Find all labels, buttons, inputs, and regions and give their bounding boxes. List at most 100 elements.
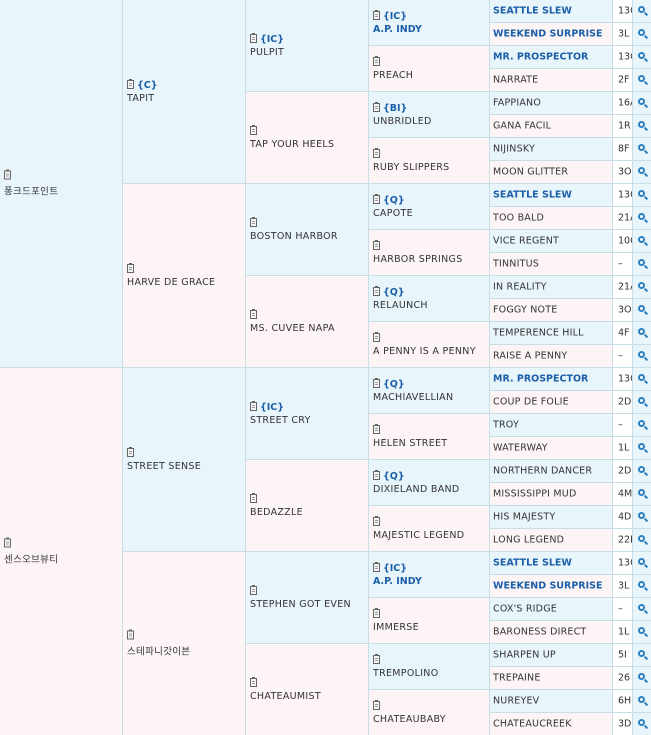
- search-cell[interactable]: [633, 322, 651, 345]
- horse-name[interactable]: HARBOR SPRINGS: [373, 254, 487, 265]
- clipboard-icon[interactable]: [250, 124, 257, 135]
- horse-name[interactable]: HELEN STREET: [373, 438, 487, 449]
- horse-cell[interactable]: {Q} RELAUNCH: [369, 276, 490, 322]
- horse-name[interactable]: MAJESTIC LEGEND: [373, 530, 487, 541]
- clipboard-icon[interactable]: [373, 285, 380, 296]
- ancestor-cell[interactable]: HIS MAJESTY: [490, 506, 613, 529]
- horse-name[interactable]: HIS MAJESTY: [493, 512, 555, 523]
- search-cell[interactable]: [633, 598, 651, 621]
- clipboard-icon[interactable]: [373, 515, 380, 526]
- horse-name[interactable]: SEATTLE SLEW: [493, 6, 572, 17]
- magnifier-icon[interactable]: [638, 305, 645, 312]
- horse-name[interactable]: MACHIAVELLIAN: [373, 392, 487, 403]
- horse-name[interactable]: MOON GLITTER: [493, 167, 568, 178]
- search-cell[interactable]: [633, 460, 651, 483]
- horse-cell[interactable]: {Q} DIXIELAND BAND: [369, 460, 490, 506]
- horse-cell[interactable]: {Q} CAPOTE: [369, 184, 490, 230]
- horse-cell[interactable]: {IC} STREET CRY: [246, 368, 369, 460]
- ancestor-cell[interactable]: VICE REGENT: [490, 230, 613, 253]
- ancestor-cell[interactable]: LONG LEGEND: [490, 529, 613, 552]
- horse-cell[interactable]: PREACH: [369, 46, 490, 92]
- ancestor-cell[interactable]: CHATEAUCREEK: [490, 713, 613, 735]
- magnifier-icon[interactable]: [638, 167, 645, 174]
- ancestor-cell[interactable]: FAPPIANO: [490, 92, 613, 115]
- horse-cell[interactable]: HARBOR SPRINGS: [369, 230, 490, 276]
- magnifier-icon[interactable]: [638, 581, 645, 588]
- horse-cell[interactable]: {Q} MACHIAVELLIAN: [369, 368, 490, 414]
- clipboard-icon[interactable]: [127, 78, 134, 89]
- horse-name[interactable]: MR. PROSPECTOR: [493, 374, 588, 385]
- horse-cell[interactable]: TREMPOLINO: [369, 644, 490, 690]
- ancestor-cell[interactable]: COX'S RIDGE: [490, 598, 613, 621]
- clipboard-icon[interactable]: [373, 699, 380, 710]
- horse-name[interactable]: NIJINSKY: [493, 144, 535, 155]
- ancestor-cell[interactable]: WATERWAY: [490, 437, 613, 460]
- horse-name[interactable]: TINNITUS: [493, 259, 539, 270]
- horse-name[interactable]: STREET CRY: [250, 415, 366, 426]
- ancestor-cell[interactable]: FOGGY NOTE: [490, 299, 613, 322]
- magnifier-icon[interactable]: [638, 466, 645, 473]
- clipboard-icon[interactable]: [250, 676, 257, 687]
- search-cell[interactable]: [633, 161, 651, 184]
- horse-name[interactable]: DIXIELAND BAND: [373, 484, 487, 495]
- magnifier-icon[interactable]: [638, 604, 645, 611]
- horse-name[interactable]: SEATTLE SLEW: [493, 190, 572, 201]
- clipboard-icon[interactable]: [373, 423, 380, 434]
- horse-name[interactable]: PULPIT: [250, 47, 366, 58]
- search-cell[interactable]: [633, 391, 651, 414]
- magnifier-icon[interactable]: [638, 650, 645, 657]
- horse-name[interactable]: CAPOTE: [373, 208, 487, 219]
- horse-name[interactable]: COX'S RIDGE: [493, 604, 557, 615]
- clipboard-icon[interactable]: [127, 629, 134, 639]
- horse-name[interactable]: WEEKEND SURPRISE: [493, 581, 602, 592]
- clipboard-icon[interactable]: [250, 216, 257, 227]
- clipboard-icon[interactable]: [4, 537, 11, 547]
- horse-cell[interactable]: HARVE DE GRACE: [123, 184, 246, 368]
- horse-name[interactable]: TROY: [493, 420, 519, 431]
- search-cell[interactable]: [633, 575, 651, 598]
- magnifier-icon[interactable]: [638, 259, 645, 266]
- horse-cell[interactable]: CHATEAUMIST: [246, 644, 369, 735]
- search-cell[interactable]: [633, 230, 651, 253]
- search-cell[interactable]: [633, 0, 651, 23]
- horse-name[interactable]: COUP DE FOLIE: [493, 397, 569, 408]
- horse-name[interactable]: UNBRIDLED: [373, 116, 487, 127]
- horse-cell[interactable]: {IC} A.P. INDY: [369, 552, 490, 598]
- search-cell[interactable]: [633, 552, 651, 575]
- horse-name[interactable]: STEPHEN GOT EVEN: [250, 599, 366, 610]
- horse-name[interactable]: BEDAZZLE: [250, 507, 366, 518]
- horse-name[interactable]: TAP YOUR HEELS: [250, 139, 366, 150]
- ancestor-cell[interactable]: SHARPEN UP: [490, 644, 613, 667]
- ancestor-cell[interactable]: TROY: [490, 414, 613, 437]
- horse-name[interactable]: RAISE A PENNY: [493, 351, 567, 362]
- horse-name[interactable]: IN REALITY: [493, 282, 547, 293]
- search-cell[interactable]: [633, 115, 651, 138]
- ancestor-cell[interactable]: NIJINSKY: [490, 138, 613, 161]
- horse-cell[interactable]: HELEN STREET: [369, 414, 490, 460]
- magnifier-icon[interactable]: [638, 719, 645, 726]
- horse-name[interactable]: NUREYEV: [493, 696, 539, 707]
- search-cell[interactable]: [633, 138, 651, 161]
- horse-name[interactable]: 스테파니갓이븐: [127, 643, 243, 657]
- search-cell[interactable]: [633, 506, 651, 529]
- magnifier-icon[interactable]: [638, 489, 645, 496]
- magnifier-icon[interactable]: [638, 374, 645, 381]
- horse-name[interactable]: TEMPERENCE HILL: [493, 328, 584, 339]
- magnifier-icon[interactable]: [638, 213, 645, 220]
- search-cell[interactable]: [633, 713, 651, 735]
- ancestor-cell[interactable]: MR. PROSPECTOR: [490, 46, 613, 69]
- horse-cell[interactable]: A PENNY IS A PENNY: [369, 322, 490, 368]
- search-cell[interactable]: [633, 529, 651, 552]
- clipboard-icon[interactable]: [373, 607, 380, 618]
- search-cell[interactable]: [633, 368, 651, 391]
- magnifier-icon[interactable]: [638, 236, 645, 243]
- ancestor-cell[interactable]: SEATTLE SLEW: [490, 552, 613, 575]
- search-cell[interactable]: [633, 690, 651, 713]
- horse-cell[interactable]: MAJESTIC LEGEND: [369, 506, 490, 552]
- magnifier-icon[interactable]: [638, 144, 645, 151]
- horse-name[interactable]: LONG LEGEND: [493, 535, 564, 546]
- clipboard-icon[interactable]: [250, 584, 257, 595]
- ancestor-cell[interactable]: RAISE A PENNY: [490, 345, 613, 368]
- ancestor-cell[interactable]: NORTHERN DANCER: [490, 460, 613, 483]
- horse-name[interactable]: MR. PROSPECTOR: [493, 52, 588, 63]
